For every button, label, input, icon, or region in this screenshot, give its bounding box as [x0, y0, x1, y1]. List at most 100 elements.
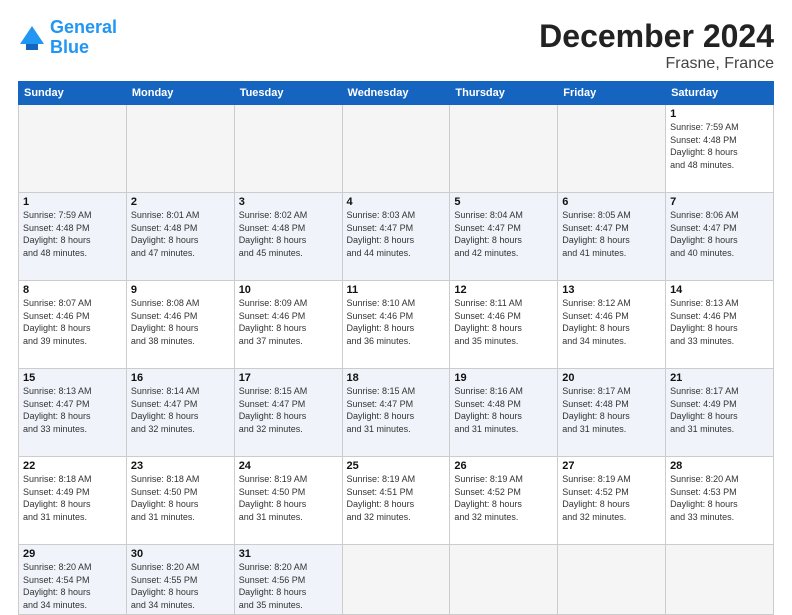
- table-row: 10Sunrise: 8:09 AMSunset: 4:46 PMDayligh…: [234, 281, 342, 369]
- day-info: Sunrise: 8:15 AMSunset: 4:47 PMDaylight:…: [347, 385, 446, 435]
- day-info: Sunrise: 8:20 AMSunset: 4:55 PMDaylight:…: [131, 561, 230, 611]
- table-row: 27Sunrise: 8:19 AMSunset: 4:52 PMDayligh…: [558, 457, 666, 545]
- day-info: Sunrise: 8:12 AMSunset: 4:46 PMDaylight:…: [562, 297, 661, 347]
- day-number: 6: [562, 196, 661, 208]
- table-row: 7Sunrise: 8:06 AMSunset: 4:47 PMDaylight…: [666, 193, 774, 281]
- page-title: December 2024: [539, 18, 774, 55]
- day-number: 31: [239, 548, 338, 560]
- day-info: Sunrise: 8:17 AMSunset: 4:49 PMDaylight:…: [670, 385, 769, 435]
- table-row: 22Sunrise: 8:18 AMSunset: 4:49 PMDayligh…: [19, 457, 127, 545]
- table-row: 26Sunrise: 8:19 AMSunset: 4:52 PMDayligh…: [450, 457, 558, 545]
- day-number: 19: [454, 372, 553, 384]
- day-number: 20: [562, 372, 661, 384]
- table-row: [342, 545, 450, 615]
- col-tuesday: Tuesday: [234, 82, 342, 105]
- table-row: [558, 105, 666, 193]
- day-info: Sunrise: 7:59 AMSunset: 4:48 PMDaylight:…: [23, 209, 122, 259]
- day-number: 26: [454, 460, 553, 472]
- day-number: 3: [239, 196, 338, 208]
- day-info: Sunrise: 7:59 AMSunset: 4:48 PMDaylight:…: [670, 121, 769, 171]
- col-monday: Monday: [126, 82, 234, 105]
- col-sunday: Sunday: [19, 82, 127, 105]
- day-info: Sunrise: 8:14 AMSunset: 4:47 PMDaylight:…: [131, 385, 230, 435]
- table-row: 25Sunrise: 8:19 AMSunset: 4:51 PMDayligh…: [342, 457, 450, 545]
- table-row: 21Sunrise: 8:17 AMSunset: 4:49 PMDayligh…: [666, 369, 774, 457]
- table-row: 6Sunrise: 8:05 AMSunset: 4:47 PMDaylight…: [558, 193, 666, 281]
- day-info: Sunrise: 8:07 AMSunset: 4:46 PMDaylight:…: [23, 297, 122, 347]
- table-row: 8Sunrise: 8:07 AMSunset: 4:46 PMDaylight…: [19, 281, 127, 369]
- calendar-week-row: 1Sunrise: 7:59 AMSunset: 4:48 PMDaylight…: [19, 193, 774, 281]
- calendar-week-row: 29Sunrise: 8:20 AMSunset: 4:54 PMDayligh…: [19, 545, 774, 615]
- table-row: 9Sunrise: 8:08 AMSunset: 4:46 PMDaylight…: [126, 281, 234, 369]
- day-info: Sunrise: 8:20 AMSunset: 4:54 PMDaylight:…: [23, 561, 122, 611]
- day-info: Sunrise: 8:05 AMSunset: 4:47 PMDaylight:…: [562, 209, 661, 259]
- table-row: 30Sunrise: 8:20 AMSunset: 4:55 PMDayligh…: [126, 545, 234, 615]
- day-number: 12: [454, 284, 553, 296]
- day-number: 17: [239, 372, 338, 384]
- day-number: 7: [670, 196, 769, 208]
- table-row: 18Sunrise: 8:15 AMSunset: 4:47 PMDayligh…: [342, 369, 450, 457]
- col-wednesday: Wednesday: [342, 82, 450, 105]
- day-number: 16: [131, 372, 230, 384]
- table-row: 28Sunrise: 8:20 AMSunset: 4:53 PMDayligh…: [666, 457, 774, 545]
- day-number: 13: [562, 284, 661, 296]
- table-row: 31Sunrise: 8:20 AMSunset: 4:56 PMDayligh…: [234, 545, 342, 615]
- day-number: 2: [131, 196, 230, 208]
- day-info: Sunrise: 8:19 AMSunset: 4:51 PMDaylight:…: [347, 473, 446, 523]
- day-number: 29: [23, 548, 122, 560]
- calendar-week-row: 8Sunrise: 8:07 AMSunset: 4:46 PMDaylight…: [19, 281, 774, 369]
- logo-text: General Blue: [50, 18, 117, 58]
- day-number: 27: [562, 460, 661, 472]
- day-info: Sunrise: 8:09 AMSunset: 4:46 PMDaylight:…: [239, 297, 338, 347]
- calendar-table: Sunday Monday Tuesday Wednesday Thursday…: [18, 81, 774, 615]
- table-row: 19Sunrise: 8:16 AMSunset: 4:48 PMDayligh…: [450, 369, 558, 457]
- day-info: Sunrise: 8:19 AMSunset: 4:52 PMDaylight:…: [454, 473, 553, 523]
- table-row: [558, 545, 666, 615]
- table-row: 16Sunrise: 8:14 AMSunset: 4:47 PMDayligh…: [126, 369, 234, 457]
- day-info: Sunrise: 8:19 AMSunset: 4:50 PMDaylight:…: [239, 473, 338, 523]
- day-info: Sunrise: 8:17 AMSunset: 4:48 PMDaylight:…: [562, 385, 661, 435]
- day-number: 24: [239, 460, 338, 472]
- table-row: [666, 545, 774, 615]
- col-saturday: Saturday: [666, 82, 774, 105]
- table-row: 23Sunrise: 8:18 AMSunset: 4:50 PMDayligh…: [126, 457, 234, 545]
- col-thursday: Thursday: [450, 82, 558, 105]
- table-row: [126, 105, 234, 193]
- calendar-week-row: 22Sunrise: 8:18 AMSunset: 4:49 PMDayligh…: [19, 457, 774, 545]
- day-number: 11: [347, 284, 446, 296]
- table-row: 24Sunrise: 8:19 AMSunset: 4:50 PMDayligh…: [234, 457, 342, 545]
- day-info: Sunrise: 8:13 AMSunset: 4:47 PMDaylight:…: [23, 385, 122, 435]
- table-row: [450, 105, 558, 193]
- day-number: 28: [670, 460, 769, 472]
- day-info: Sunrise: 8:13 AMSunset: 4:46 PMDaylight:…: [670, 297, 769, 347]
- page: General Blue December 2024 Frasne, Franc…: [0, 0, 792, 612]
- table-row: 11Sunrise: 8:10 AMSunset: 4:46 PMDayligh…: [342, 281, 450, 369]
- day-number: 10: [239, 284, 338, 296]
- day-info: Sunrise: 8:03 AMSunset: 4:47 PMDaylight:…: [347, 209, 446, 259]
- day-number: 23: [131, 460, 230, 472]
- day-info: Sunrise: 8:11 AMSunset: 4:46 PMDaylight:…: [454, 297, 553, 347]
- calendar-header-row: Sunday Monday Tuesday Wednesday Thursday…: [19, 82, 774, 105]
- page-subtitle: Frasne, France: [539, 55, 774, 73]
- day-info: Sunrise: 8:20 AMSunset: 4:56 PMDaylight:…: [239, 561, 338, 611]
- day-number: 30: [131, 548, 230, 560]
- day-number: 25: [347, 460, 446, 472]
- table-row: 14Sunrise: 8:13 AMSunset: 4:46 PMDayligh…: [666, 281, 774, 369]
- day-number: 21: [670, 372, 769, 384]
- day-number: 22: [23, 460, 122, 472]
- table-row: 3Sunrise: 8:02 AMSunset: 4:48 PMDaylight…: [234, 193, 342, 281]
- day-info: Sunrise: 8:08 AMSunset: 4:46 PMDaylight:…: [131, 297, 230, 347]
- day-info: Sunrise: 8:10 AMSunset: 4:46 PMDaylight:…: [347, 297, 446, 347]
- day-info: Sunrise: 8:04 AMSunset: 4:47 PMDaylight:…: [454, 209, 553, 259]
- table-row: 1Sunrise: 7:59 AMSunset: 4:48 PMDaylight…: [19, 193, 127, 281]
- table-row: 15Sunrise: 8:13 AMSunset: 4:47 PMDayligh…: [19, 369, 127, 457]
- table-row: 17Sunrise: 8:15 AMSunset: 4:47 PMDayligh…: [234, 369, 342, 457]
- calendar-week-row: 1Sunrise: 7:59 AMSunset: 4:48 PMDaylight…: [19, 105, 774, 193]
- col-friday: Friday: [558, 82, 666, 105]
- day-info: Sunrise: 8:15 AMSunset: 4:47 PMDaylight:…: [239, 385, 338, 435]
- table-row: 2Sunrise: 8:01 AMSunset: 4:48 PMDaylight…: [126, 193, 234, 281]
- day-number: 5: [454, 196, 553, 208]
- title-block: December 2024 Frasne, France: [539, 18, 774, 73]
- day-number: 4: [347, 196, 446, 208]
- table-row: 5Sunrise: 8:04 AMSunset: 4:47 PMDaylight…: [450, 193, 558, 281]
